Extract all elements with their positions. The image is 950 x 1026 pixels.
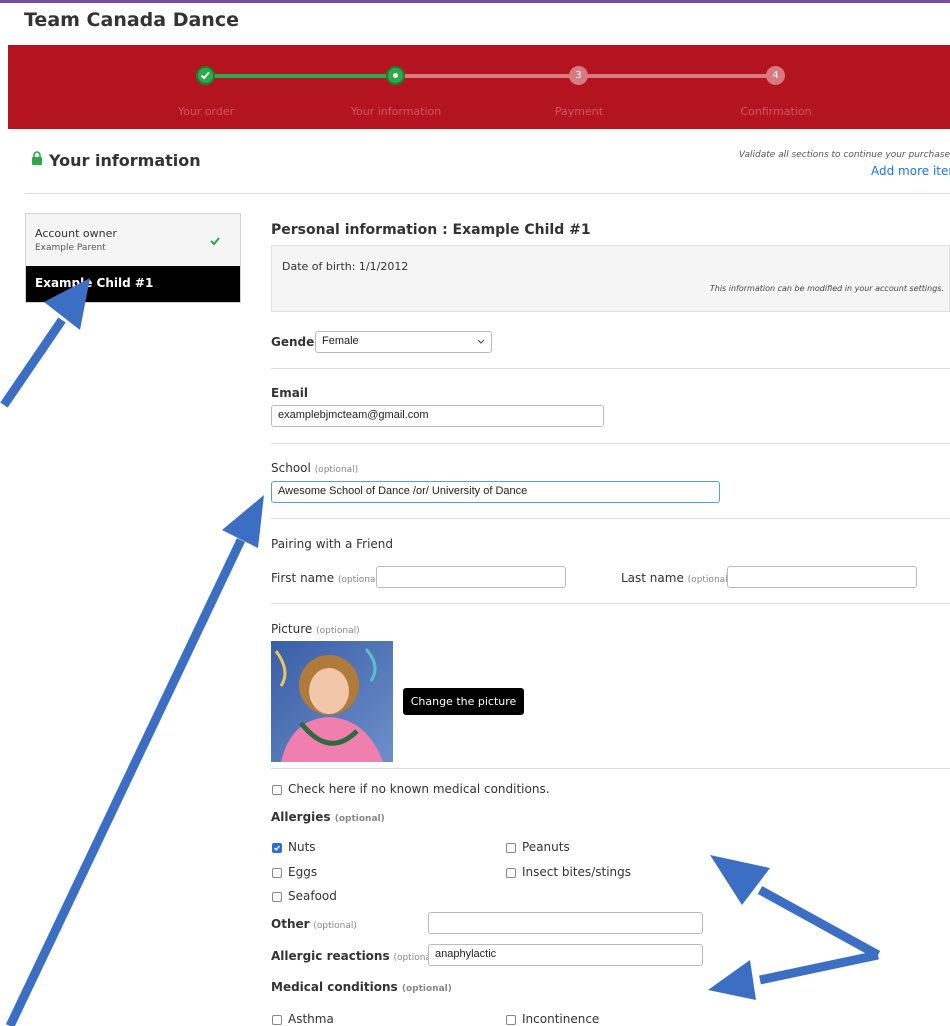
gender-value: Female bbox=[322, 335, 359, 347]
lock-icon bbox=[32, 151, 42, 165]
condition-asthma-checkbox[interactable] bbox=[272, 1015, 282, 1025]
other-allergy-field[interactable] bbox=[428, 912, 703, 934]
arrow-head-school bbox=[222, 495, 264, 548]
picture-optional-hint: (optional) bbox=[316, 626, 360, 636]
sidebar-owner-label: Account owner bbox=[35, 227, 117, 240]
sidebar-child-label: Example Child #1 bbox=[35, 276, 154, 290]
condition-incontinence-label: Incontinence bbox=[522, 1012, 600, 1026]
check-icon bbox=[273, 845, 281, 851]
section-title: Your information bbox=[49, 151, 201, 170]
sidebar-item-example-child[interactable]: Example Child #1 bbox=[26, 266, 240, 302]
no-medical-conditions-label: Check here if no known medical condition… bbox=[288, 782, 550, 796]
allergies-optional-hint: (optional) bbox=[334, 814, 385, 824]
step-3[interactable]: 3 bbox=[569, 66, 588, 85]
divider bbox=[271, 518, 950, 519]
allergies-label: Allergies (optional) bbox=[271, 810, 385, 824]
personal-info-box: Date of birth: 1/1/2012 This information… bbox=[271, 245, 950, 312]
gender-select[interactable]: Female bbox=[315, 331, 492, 353]
school-label: School (optional) bbox=[271, 461, 358, 475]
chevron-down-icon bbox=[477, 339, 485, 344]
divider bbox=[25, 193, 950, 194]
profile-picture bbox=[271, 641, 393, 762]
step-4-number: 4 bbox=[772, 70, 779, 81]
step-1-label: Your order bbox=[177, 105, 235, 118]
arrow-to-allergies bbox=[757, 886, 881, 959]
add-more-items-link[interactable]: Add more items bbox=[871, 164, 950, 178]
sidebar-item-account-owner[interactable]: Account owner Example Parent bbox=[26, 214, 240, 266]
first-name-field[interactable] bbox=[376, 566, 566, 588]
other-optional-hint: (optional) bbox=[313, 921, 357, 931]
allergies-label-text: Allergies bbox=[271, 810, 331, 824]
step-3-label: Payment bbox=[554, 105, 604, 118]
step-1-done[interactable] bbox=[196, 66, 215, 85]
first-name-label: First name (optional) bbox=[271, 571, 381, 585]
reactions-label-text: Allergic reactions bbox=[271, 949, 390, 963]
gender-label: Gender bbox=[271, 335, 321, 349]
personal-info-heading: Personal information : Example Child #1 bbox=[271, 222, 591, 238]
allergy-eggs-label: Eggs bbox=[288, 865, 318, 879]
other-label: Other (optional) bbox=[271, 917, 357, 931]
allergy-seafood-label: Seafood bbox=[288, 889, 337, 903]
current-dot-icon bbox=[393, 73, 398, 78]
allergy-peanuts-label: Peanuts bbox=[522, 840, 570, 854]
last-name-label-text: Last name bbox=[621, 571, 684, 585]
check-icon bbox=[200, 71, 210, 80]
arrow-to-school bbox=[5, 538, 246, 1026]
other-label-text: Other bbox=[271, 917, 310, 931]
step-2-current[interactable] bbox=[386, 66, 405, 85]
arrow-head-conditions bbox=[708, 960, 756, 1000]
step-4[interactable]: 4 bbox=[766, 66, 785, 85]
first-name-label-text: First name bbox=[271, 571, 335, 585]
first-name-optional-hint: (optional) bbox=[337, 575, 382, 585]
school-label-text: School bbox=[271, 461, 311, 475]
progress-track-done bbox=[206, 74, 396, 78]
divider bbox=[271, 768, 950, 769]
arrow-head-allergies bbox=[710, 855, 770, 905]
allergy-nuts-checkbox[interactable] bbox=[272, 843, 282, 853]
divider bbox=[271, 603, 950, 604]
email-label: Email bbox=[271, 386, 309, 400]
medical-conditions-label: Medical conditions (optional) bbox=[271, 980, 452, 994]
validate-note: Validate all sections to continue your p… bbox=[738, 150, 950, 160]
reactions-label: Allergic reactions (optional) bbox=[271, 949, 437, 963]
participant-sidebar: Account owner Example Parent Example Chi… bbox=[25, 213, 241, 303]
arrow-to-sidebar bbox=[0, 317, 66, 408]
modify-note: This information can be modified in your… bbox=[709, 284, 944, 293]
pairing-title: Pairing with a Friend bbox=[271, 537, 394, 551]
allergy-peanuts-checkbox[interactable] bbox=[506, 843, 516, 853]
top-accent-line bbox=[0, 0, 950, 3]
picture-label: Picture (optional) bbox=[271, 622, 360, 636]
sidebar-owner-name: Example Parent bbox=[35, 243, 106, 253]
allergic-reactions-field[interactable]: anaphylactic bbox=[428, 944, 703, 966]
app-title: Team Canada Dance bbox=[24, 9, 239, 31]
allergy-seafood-checkbox[interactable] bbox=[272, 892, 282, 902]
medical-conditions-label-text: Medical conditions bbox=[271, 980, 398, 994]
picture-label-text: Picture bbox=[271, 622, 313, 636]
allergy-eggs-checkbox[interactable] bbox=[272, 868, 282, 878]
divider bbox=[271, 443, 950, 444]
last-name-label: Last name (optional) bbox=[621, 571, 731, 585]
condition-asthma-label: Asthma bbox=[288, 1012, 334, 1026]
step-3-number: 3 bbox=[575, 70, 582, 81]
step-2-label: Your information bbox=[350, 105, 442, 118]
divider bbox=[271, 368, 950, 369]
condition-incontinence-checkbox[interactable] bbox=[506, 1015, 516, 1025]
date-of-birth: Date of birth: 1/1/2012 bbox=[282, 260, 409, 273]
last-name-optional-hint: (optional) bbox=[687, 575, 732, 585]
no-medical-conditions-checkbox[interactable] bbox=[272, 785, 282, 795]
arrow-to-conditions bbox=[759, 950, 879, 985]
allergy-insect-label: Insect bites/stings bbox=[522, 865, 631, 879]
check-icon bbox=[210, 237, 220, 246]
change-picture-button[interactable]: Change the picture bbox=[403, 688, 524, 715]
step-4-label: Confirmation bbox=[740, 105, 812, 118]
last-name-field[interactable] bbox=[727, 566, 917, 588]
email-field[interactable]: examplebjmcteam@gmail.com bbox=[271, 405, 604, 427]
school-optional-hint: (optional) bbox=[314, 465, 359, 475]
medical-conditions-optional-hint: (optional) bbox=[401, 984, 452, 994]
allergy-nuts-label: Nuts bbox=[288, 840, 316, 854]
progress-banner: 3 4 Your order Your information Payment … bbox=[8, 45, 950, 129]
allergy-insect-checkbox[interactable] bbox=[506, 868, 516, 878]
school-field[interactable]: Awesome School of Dance /or/ University … bbox=[271, 481, 720, 503]
